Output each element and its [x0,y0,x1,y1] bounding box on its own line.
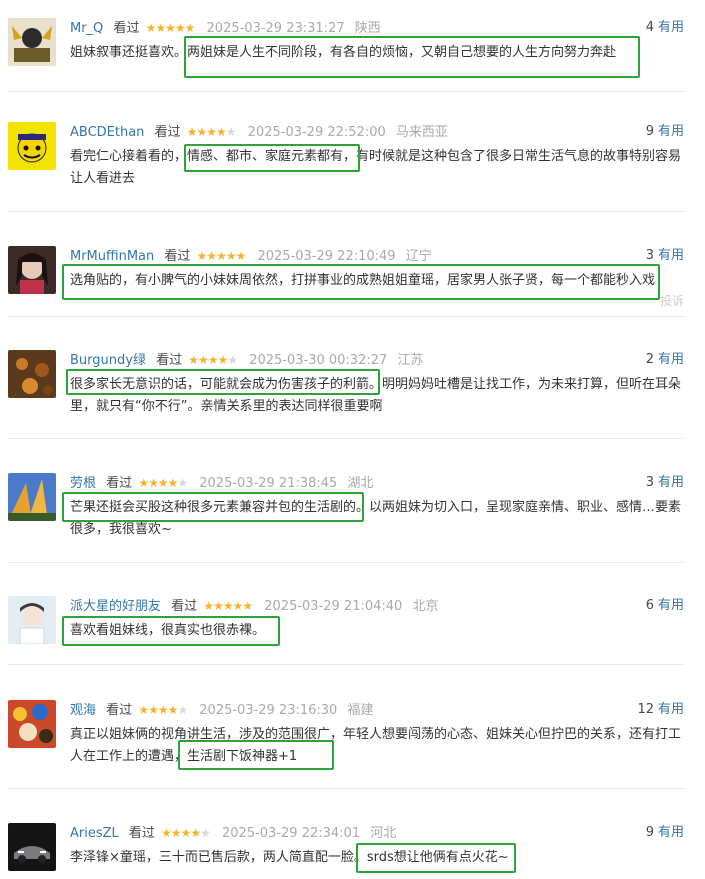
avatar[interactable] [8,122,56,170]
star-icon: ★★★★★ [188,353,238,367]
watch-status: 看过 [156,353,183,368]
useful-button[interactable]: 有用 [658,20,684,35]
review-line: 看完仁心接着看的，情感、都市、家庭元素都有，有时候就是这种包含了很多日常生活气息… [70,149,682,164]
review-location: 河北 [370,826,397,841]
avatar[interactable] [8,246,56,294]
review-time: 2025-03-29 22:10:49 [257,249,396,264]
avatar[interactable] [8,18,56,66]
user-link[interactable]: MrMuffinMan [70,249,154,264]
watch-status: 看过 [164,249,191,264]
review-location: 陕西 [354,21,381,36]
divider [8,91,684,92]
watch-status: 看过 [171,599,198,614]
star-icon: ★★★★★ [145,21,196,35]
useful-button[interactable]: 有用 [658,124,684,139]
watch-status: 看过 [106,476,133,491]
highlight-box [178,740,334,770]
review-location: 马来西亚 [395,125,448,140]
divider [8,211,684,212]
review-time: 2025-03-29 22:52:00 [247,125,386,140]
highlight-box [184,144,360,172]
useful-button[interactable]: 有用 [658,475,684,490]
review-location: 北京 [412,599,439,614]
review-line: 里，就只有“你不行”。亲情关系里的表达同样很重要啊 [70,399,383,414]
review-item: 观海 看过 ★★★★★ 2025-03-29 23:16:30 福建 12 有用 … [8,700,684,770]
star-icon: ★★★★★ [161,826,211,840]
avatar[interactable] [8,350,56,398]
review-time: 2025-03-29 23:31:27 [206,21,345,36]
review-line: 很多，我很喜欢~ [70,522,172,537]
review-content: 看完仁心接着看的，情感、都市、家庭元素都有，有时候就是这种包含了很多日常生活气息… [70,146,684,190]
avatar[interactable] [8,700,56,748]
review-location: 辽宁 [405,249,432,264]
vote-count: 3 [645,475,654,490]
avatar[interactable] [8,473,56,521]
user-link[interactable]: 劳根 [70,476,96,491]
vote-count: 2 [645,352,654,367]
highlight-box [62,264,660,300]
review-item: AriesZL 看过 ★★★★★ 2025-03-29 22:34:01 河北 … [8,823,684,873]
useful-button[interactable]: 有用 [658,702,684,717]
review-time: 2025-03-29 23:16:30 [199,703,338,718]
review-time: 2025-03-29 21:38:45 [199,476,338,491]
review-location: 江苏 [397,353,424,368]
highlight-box [356,843,516,873]
highlight-box [184,36,640,78]
avatar[interactable] [8,823,56,871]
divider [8,316,684,317]
watch-status: 看过 [106,703,133,718]
star-icon: ★★★★★ [203,599,253,613]
vote-count: 3 [645,248,654,263]
review-line: 真正以姐妹俩的视角讲生活，涉及的范围很广，年轻人想要闯荡的心态、姐妹关心但拧巴的… [70,727,682,742]
watch-status: 看过 [128,826,155,841]
star-icon: ★★★★★ [138,703,188,717]
highlight-box [62,492,364,522]
divider [8,788,684,789]
user-link[interactable]: Burgundy绿 [70,353,146,368]
divider [8,438,684,439]
user-link[interactable]: 观海 [70,703,96,718]
divider [8,562,684,563]
highlight-box [66,369,380,395]
vote-count: 12 [637,702,654,717]
user-link[interactable]: Mr_Q [70,21,103,36]
useful-button[interactable]: 有用 [658,825,684,840]
user-link[interactable]: 派大星的好朋友 [70,599,161,614]
review-time: 2025-03-29 22:34:01 [222,826,361,841]
vote-count: 4 [645,20,654,35]
user-link[interactable]: ABCDEthan [70,125,144,140]
avatar[interactable] [8,596,56,644]
watch-status: 看过 [113,21,140,36]
divider [8,664,684,665]
vote-count: 9 [645,124,654,139]
user-link[interactable]: AriesZL [70,826,119,841]
highlight-box [62,616,280,646]
review-location: 福建 [347,703,374,718]
vote-count: 9 [645,825,654,840]
watch-status: 看过 [154,125,181,140]
review-content: 真正以姐妹俩的视角讲生活，涉及的范围很广，年轻人想要闯荡的心态、姐妹关心但拧巴的… [70,724,684,768]
review-time: 2025-03-30 00:32:27 [249,353,388,368]
vote-count: 6 [645,598,654,613]
star-icon: ★★★★★ [138,476,188,490]
report-link[interactable]: 投诉 [660,292,684,309]
star-icon: ★★★★★ [186,125,237,139]
useful-button[interactable]: 有用 [658,248,684,263]
useful-button[interactable]: 有用 [658,352,684,367]
review-line: 人在工作上的遭遇，生活剧下饭神器+1 [70,749,298,764]
review-location: 湖北 [347,476,374,491]
useful-button[interactable]: 有用 [658,598,684,613]
star-icon: ★★★★★ [196,249,247,263]
review-time: 2025-03-29 21:04:40 [264,599,403,614]
review-line: 让人看进去 [70,171,136,186]
